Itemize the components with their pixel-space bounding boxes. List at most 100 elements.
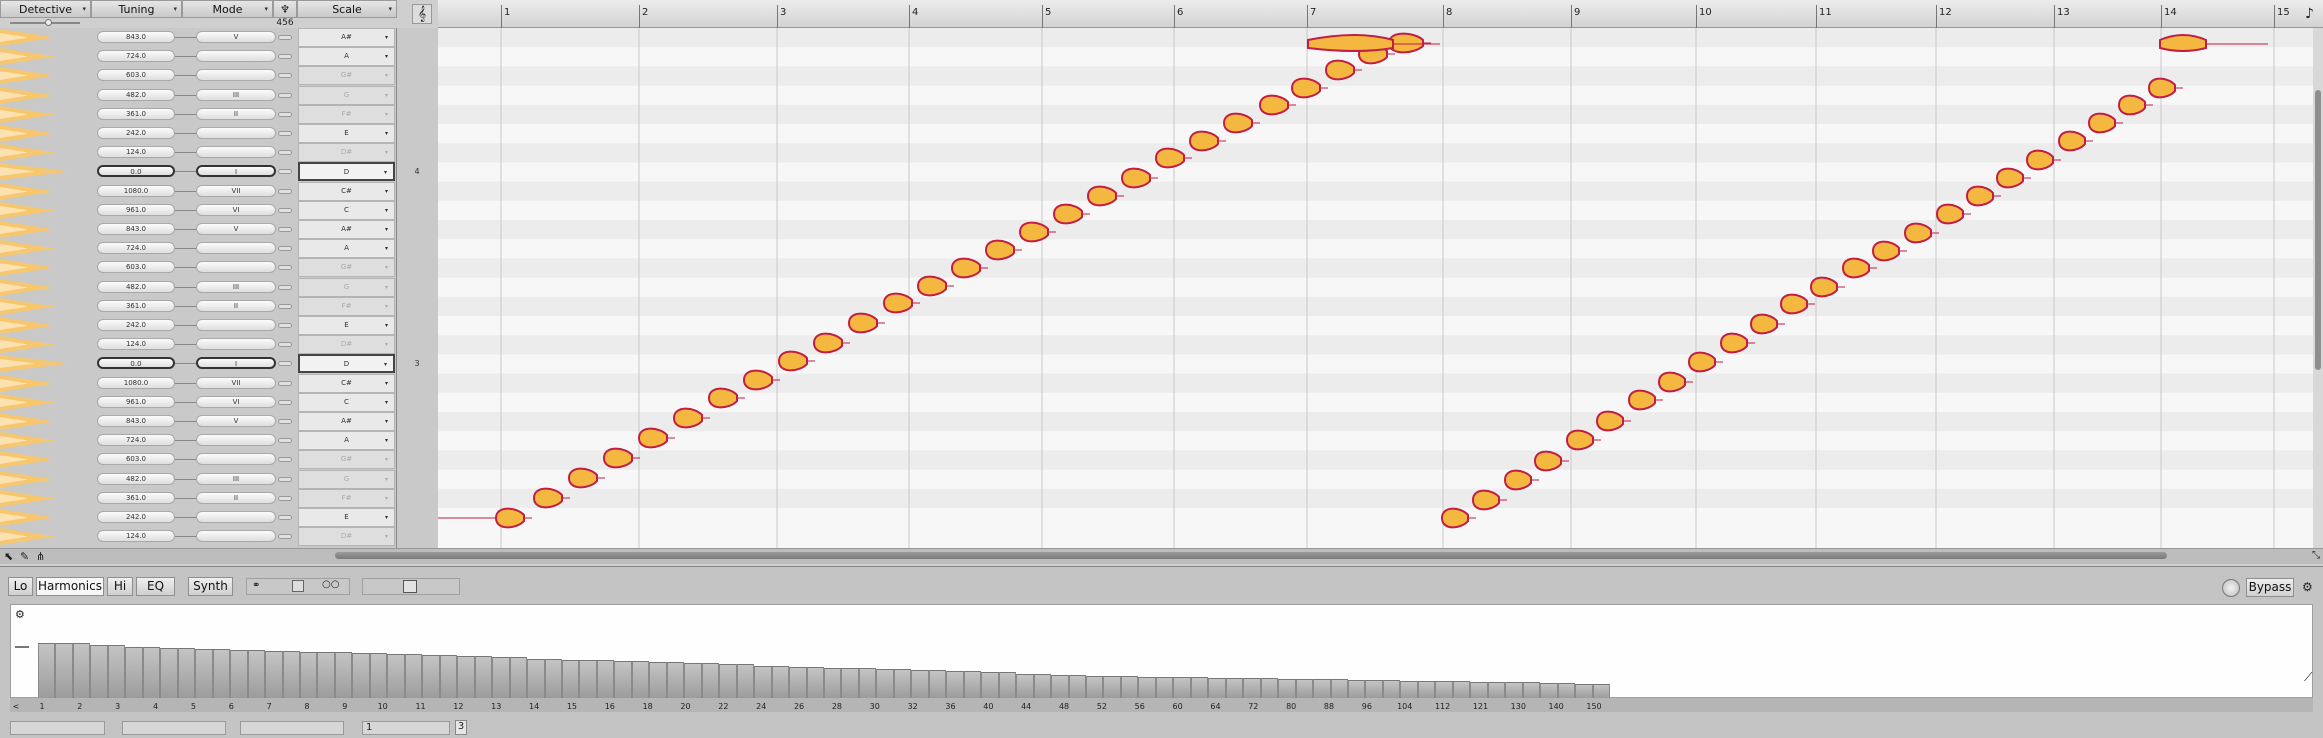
- chevron-down-icon[interactable]: ▾: [384, 164, 387, 181]
- harmonic-bar[interactable]: [247, 649, 266, 698]
- harmonic-bar[interactable]: [544, 658, 562, 698]
- tuning-field[interactable]: 724.0: [97, 242, 175, 255]
- harmonic-bar[interactable]: [527, 658, 545, 698]
- scale-note[interactable]: D# ▾: [298, 527, 395, 547]
- harmonic-bar[interactable]: [1243, 678, 1261, 698]
- scale-note[interactable]: F# ▾: [298, 104, 395, 124]
- scale-note[interactable]: E ▾: [298, 316, 395, 335]
- pitch-grid[interactable]: [438, 28, 2313, 548]
- chevron-down-icon[interactable]: ▾: [385, 471, 388, 488]
- tuning-field[interactable]: 361.0: [97, 107, 175, 120]
- harmonic-bar[interactable]: [1452, 681, 1471, 698]
- chevron-down-icon[interactable]: ▾: [385, 202, 388, 219]
- mode-field[interactable]: [196, 530, 276, 543]
- harmonic-bar[interactable]: [1278, 678, 1296, 698]
- row-toggle[interactable]: [278, 438, 292, 444]
- tuning-field[interactable]: 961.0: [97, 203, 175, 216]
- harmonic-bar[interactable]: [1382, 680, 1401, 698]
- row-toggle[interactable]: [278, 399, 292, 405]
- harmonic-scroll-corner[interactable]: ⟋: [2304, 670, 2312, 685]
- harmonic-bar[interactable]: [1522, 682, 1541, 698]
- harmonic-bar[interactable]: [1033, 673, 1052, 698]
- harmonic-bar[interactable]: [824, 667, 842, 698]
- chevron-down-icon[interactable]: ▾: [385, 279, 388, 296]
- scale-note[interactable]: G ▾: [298, 277, 395, 297]
- chevron-down-icon[interactable]: ▾: [82, 5, 86, 13]
- row-toggle[interactable]: [278, 457, 292, 463]
- harmonic-bar[interactable]: [858, 667, 877, 698]
- select-button[interactable]: [292, 580, 304, 592]
- row-toggle[interactable]: [278, 380, 292, 386]
- harmonic-bar[interactable]: [998, 672, 1017, 698]
- harmonic-bar[interactable]: [1435, 681, 1453, 698]
- timeline-ruler[interactable]: [438, 0, 2323, 28]
- harmonic-bar[interactable]: [1155, 676, 1174, 698]
- harmonic-bar[interactable]: [1540, 682, 1558, 698]
- row-toggle[interactable]: [278, 265, 292, 271]
- scale-note[interactable]: D ▾: [298, 162, 395, 182]
- chevron-down-icon[interactable]: ▾: [385, 29, 388, 46]
- row-toggle[interactable]: [278, 188, 292, 194]
- scale-note[interactable]: F# ▾: [298, 296, 395, 316]
- harmonic-bar[interactable]: [1051, 674, 1069, 698]
- tab-harmonics[interactable]: Harmonics: [36, 577, 104, 596]
- filter-header[interactable]: ♆: [273, 0, 297, 18]
- tuning-field[interactable]: 242.0: [97, 511, 175, 523]
- harmonic-bar[interactable]: [754, 665, 772, 698]
- harmonic-bar[interactable]: [1103, 675, 1121, 698]
- row-toggle[interactable]: [278, 169, 292, 175]
- chevron-down-icon[interactable]: ▾: [385, 87, 388, 104]
- row-toggle[interactable]: [278, 111, 292, 117]
- scale-note[interactable]: G ▾: [298, 85, 395, 105]
- harmonic-bar[interactable]: [1348, 680, 1366, 698]
- scale-note[interactable]: D# ▾: [298, 143, 395, 163]
- mode-field[interactable]: III: [196, 472, 276, 485]
- tuning-field[interactable]: 603.0: [97, 453, 175, 466]
- row-toggle[interactable]: [278, 35, 292, 40]
- harmonic-gear-icon[interactable]: ⚙: [15, 608, 25, 621]
- row-toggle[interactable]: [278, 246, 292, 252]
- harmonic-bar[interactable]: [439, 655, 458, 698]
- harmonic-bar[interactable]: [719, 664, 737, 698]
- mode-field[interactable]: II: [196, 299, 276, 312]
- scale-note[interactable]: A# ▾: [298, 412, 395, 431]
- harmonic-bar[interactable]: [1068, 674, 1086, 698]
- harmonic-bar[interactable]: [946, 671, 964, 698]
- chevron-down-icon[interactable]: ▾: [385, 125, 388, 142]
- harmonic-bar[interactable]: [789, 666, 807, 698]
- tuning-field[interactable]: 961.0: [97, 395, 175, 408]
- circle-link-icon[interactable]: ○○: [322, 579, 339, 590]
- scale-note[interactable]: A# ▾: [298, 28, 395, 47]
- vertical-scroll-thumb[interactable]: [2315, 90, 2321, 370]
- tab-synth[interactable]: Synth: [188, 577, 233, 596]
- bottom-slider-a[interactable]: [10, 721, 105, 735]
- row-toggle[interactable]: [278, 534, 292, 540]
- horizontal-scroll-thumb[interactable]: [335, 552, 2167, 559]
- mode-field[interactable]: [196, 127, 276, 139]
- harmonic-bar[interactable]: [1365, 680, 1383, 698]
- scale-note[interactable]: D ▾: [298, 354, 395, 374]
- chevron-down-icon[interactable]: ▾: [385, 298, 388, 315]
- row-toggle[interactable]: [278, 476, 292, 482]
- harmonic-bar[interactable]: [72, 642, 91, 698]
- bottom-slider-b[interactable]: [122, 721, 226, 735]
- chevron-down-icon[interactable]: ▾: [385, 528, 388, 545]
- harmonic-bar[interactable]: [911, 670, 929, 698]
- chevron-down-icon[interactable]: ▾: [385, 317, 388, 334]
- harmonic-bar[interactable]: [1400, 680, 1418, 698]
- row-toggle[interactable]: [278, 323, 292, 328]
- mode-field[interactable]: [196, 50, 276, 63]
- harmonic-bar[interactable]: [492, 657, 510, 698]
- tuning-field[interactable]: 482.0: [97, 472, 175, 485]
- harmonic-bar[interactable]: [1086, 675, 1104, 698]
- scale-note[interactable]: G ▾: [298, 469, 395, 489]
- harmonic-bar[interactable]: [562, 659, 580, 698]
- tuning-field[interactable]: 724.0: [97, 50, 175, 63]
- chevron-down-icon[interactable]: ▾: [385, 394, 388, 411]
- tuning-field[interactable]: 482.0: [97, 88, 175, 101]
- harmonic-bar[interactable]: [55, 642, 73, 698]
- harmonic-bar[interactable]: [771, 665, 790, 698]
- mode-field[interactable]: [196, 319, 276, 331]
- tuning-field[interactable]: 242.0: [97, 319, 175, 331]
- row-toggle[interactable]: [278, 131, 292, 136]
